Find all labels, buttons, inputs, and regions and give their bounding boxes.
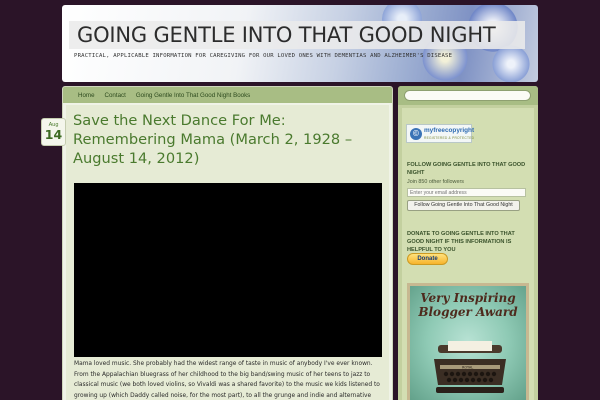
nav-item-contact[interactable]: Contact xyxy=(100,92,131,99)
post-body: Mama loved music. She probably had the w… xyxy=(74,361,380,399)
post-date-badge: Aug 14 xyxy=(41,118,66,146)
blogger-award-image[interactable]: Very Inspiring Blogger Award ROYAL xyxy=(407,283,529,400)
email-field[interactable] xyxy=(407,188,526,197)
title-box: GOING GENTLE INTO THAT GOOD NIGHT xyxy=(69,21,525,49)
sidebar-widgets: © myfreecopyright REGISTERED & PROTECTED… xyxy=(402,108,534,400)
donate-button[interactable]: Donate xyxy=(407,253,448,265)
copyright-sub: REGISTERED & PROTECTED xyxy=(424,136,475,140)
svg-text:ROYAL: ROYAL xyxy=(462,366,473,370)
main-column: Home Contact Going Gentle Into That Good… xyxy=(62,86,393,400)
flower-decoration xyxy=(492,45,530,82)
video-player[interactable] xyxy=(74,183,382,357)
nav-item-books[interactable]: Going Gentle Into That Good Night Books xyxy=(131,92,255,99)
site-header: GOING GENTLE INTO THAT GOOD NIGHT PRACTI… xyxy=(62,5,538,82)
site-tagline: PRACTICAL, APPLICABLE INFORMATION FOR CA… xyxy=(74,53,453,59)
post-title[interactable]: Save the Next Dance For Me: Remembering … xyxy=(73,111,383,168)
donate-widget-title: DONATE TO GOING GENTLE INTO THAT GOOD NI… xyxy=(407,231,515,253)
nav-item-home[interactable]: Home xyxy=(73,92,100,99)
sidebar-search-bar xyxy=(398,86,538,105)
post-date-day: 14 xyxy=(44,127,63,142)
main-nav: Home Contact Going Gentle Into That Good… xyxy=(63,87,392,103)
search-input[interactable] xyxy=(404,90,531,101)
typewriter-icon: ROYAL xyxy=(434,341,506,393)
post-area: Save the Next Dance For Me: Remembering … xyxy=(66,105,389,400)
follow-button[interactable]: Follow Going Gentle Into That Good Night xyxy=(407,200,520,211)
copyright-brand: myfreecopyright xyxy=(424,127,475,134)
award-text: Very Inspiring Blogger Award xyxy=(418,291,518,319)
site-title[interactable]: GOING GENTLE INTO THAT GOOD NIGHT xyxy=(77,23,496,47)
copyright-icon: © xyxy=(410,128,422,140)
sidebar: © myfreecopyright REGISTERED & PROTECTED… xyxy=(398,86,538,400)
copyright-badge[interactable]: © myfreecopyright REGISTERED & PROTECTED xyxy=(406,124,475,143)
followers-count: Join 850 other followers xyxy=(407,179,464,185)
follow-widget-title: FOLLOW GOING GENTLE INTO THAT GOOD NIGHT xyxy=(407,162,526,176)
